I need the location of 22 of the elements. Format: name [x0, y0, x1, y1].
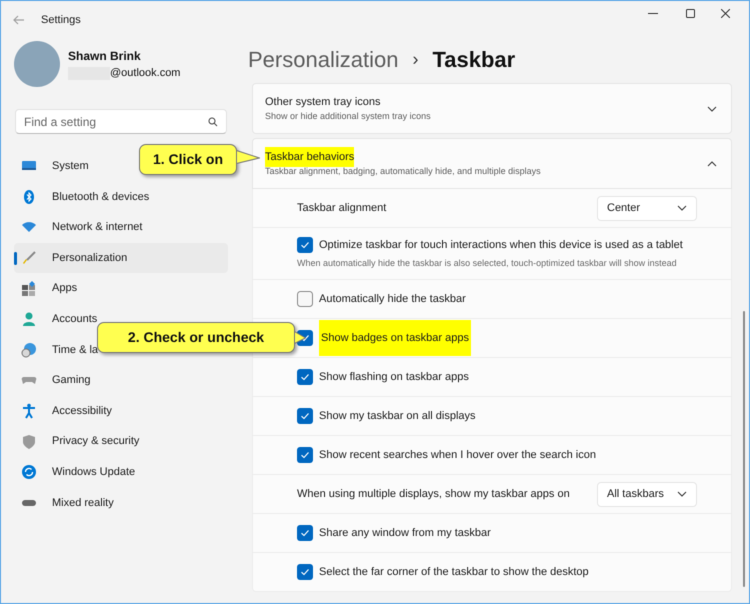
section-title: Taskbar behaviors — [265, 146, 354, 167]
callout-tooltip: 2. Check or uncheck — [97, 322, 295, 353]
callout-tooltip: 1. Click on — [139, 144, 237, 175]
setting-label: Show my taskbar on all displays — [319, 408, 476, 424]
page-title: Taskbar — [432, 46, 516, 74]
user-name: Shawn Brink — [68, 48, 142, 65]
user-email: @outlook.com — [110, 66, 180, 81]
setting-label: Optimize taskbar for touch interactions when this device is used as a tablet — [319, 238, 683, 252]
section-subtitle: Show or hide additional system tray icons — [265, 110, 431, 123]
breadcrumb-separator: › — [412, 48, 418, 70]
setting-label: Show badges on taskbar apps — [319, 320, 471, 356]
window-title: Settings — [41, 12, 81, 28]
setting-label: Automatically hide the taskbar — [319, 292, 466, 307]
setting-label: Taskbar alignment — [297, 200, 388, 216]
section-title: Other system tray icons — [265, 94, 381, 110]
setting-label: Share any window from my taskbar — [319, 526, 491, 541]
setting-label: Select the far corner of the taskbar to show the desktop — [319, 564, 589, 580]
setting-description: When automatically hide the taskbar is also selected, touch-optimized taskbar will show instead — [297, 257, 678, 270]
section-subtitle: Taskbar alignment, badging, automatically hide, and multiple displays — [265, 165, 541, 178]
setting-label: Show recent searches when I hover over the search icon — [319, 448, 596, 463]
setting-label: When using multiple displays, show my taskbar apps on — [297, 486, 571, 502]
setting-label: Show flashing on taskbar apps — [319, 370, 469, 385]
